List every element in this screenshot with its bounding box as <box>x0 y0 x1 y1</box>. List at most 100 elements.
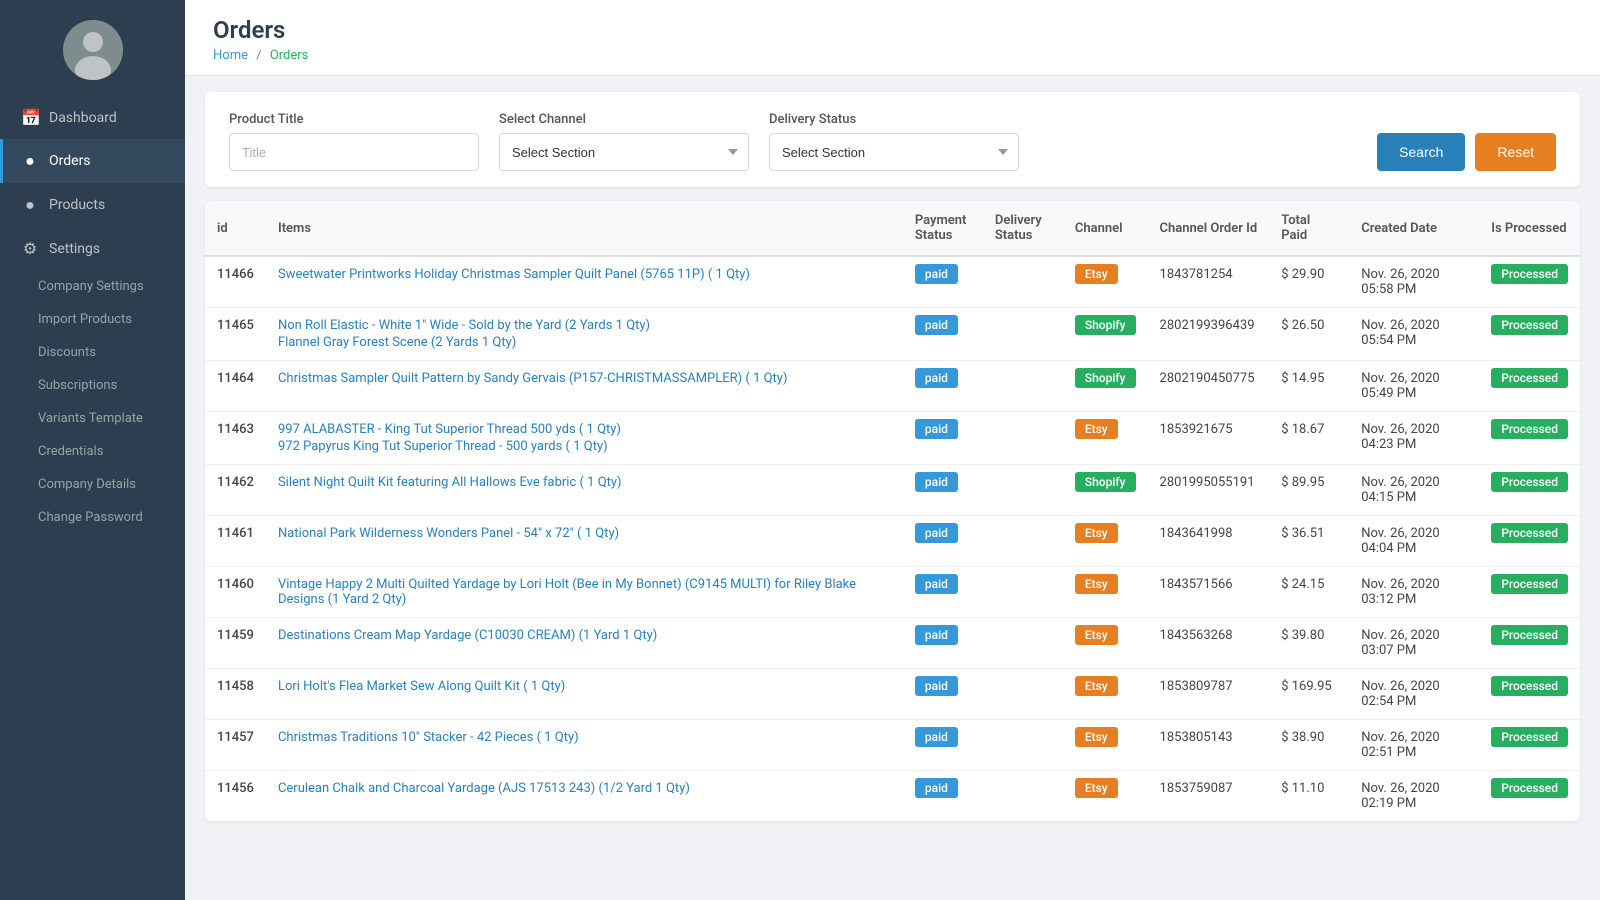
select-channel-dropdown[interactable]: Select Section <box>499 133 749 171</box>
processed-badge: Processed <box>1491 574 1568 594</box>
order-id: 11458 <box>205 669 266 720</box>
payment-status: paid <box>903 412 983 465</box>
reset-button[interactable]: Reset <box>1475 133 1556 171</box>
sidebar-label-products: Products <box>49 197 105 213</box>
payment-badge: paid <box>915 419 958 439</box>
item-link[interactable]: Christmas Sampler Quilt Pattern by Sandy… <box>278 371 891 386</box>
items-cell: Christmas Traditions 10" Stacker - 42 Pi… <box>278 730 891 745</box>
order-items: Destinations Cream Map Yardage (C10030 C… <box>266 618 903 669</box>
item-link[interactable]: Destinations Cream Map Yardage (C10030 C… <box>278 628 891 643</box>
delivery-status <box>983 412 1063 465</box>
channel-order-id: 1843571566 <box>1148 567 1270 618</box>
sidebar-label-orders: Orders <box>49 153 91 169</box>
order-items: Non Roll Elastic - White 1" Wide - Sold … <box>266 308 903 361</box>
dashboard-icon: 📅 <box>21 108 39 127</box>
breadcrumb-current[interactable]: Orders <box>270 48 309 63</box>
item-link[interactable]: 972 Papyrus King Tut Superior Thread - 5… <box>278 439 891 454</box>
item-link[interactable]: Christmas Traditions 10" Stacker - 42 Pi… <box>278 730 891 745</box>
order-items: Christmas Traditions 10" Stacker - 42 Pi… <box>266 720 903 771</box>
is-processed: Processed <box>1479 720 1580 771</box>
channel-badge-cell: Etsy <box>1063 720 1148 771</box>
order-id: 11459 <box>205 618 266 669</box>
item-link[interactable]: Silent Night Quilt Kit featuring All Hal… <box>278 475 891 490</box>
item-link[interactable]: Sweetwater Printworks Holiday Christmas … <box>278 267 891 282</box>
is-processed: Processed <box>1479 516 1580 567</box>
items-cell: Cerulean Chalk and Charcoal Yardage (AJS… <box>278 781 891 796</box>
payment-status: paid <box>903 720 983 771</box>
payment-status: paid <box>903 567 983 618</box>
item-link[interactable]: Non Roll Elastic - White 1" Wide - Sold … <box>278 318 891 333</box>
is-processed: Processed <box>1479 308 1580 361</box>
delivery-status-dropdown[interactable]: Select Section <box>769 133 1019 171</box>
orders-tbody: 11466 Sweetwater Printworks Holiday Chri… <box>205 256 1580 821</box>
delivery-status <box>983 669 1063 720</box>
processed-badge: Processed <box>1491 523 1568 543</box>
col-header-items: Items <box>266 201 903 256</box>
product-title-input[interactable] <box>229 133 479 171</box>
created-date: Nov. 26, 2020 05:54 PM <box>1349 308 1479 361</box>
order-id: 11460 <box>205 567 266 618</box>
item-link[interactable]: National Park Wilderness Wonders Panel -… <box>278 526 891 541</box>
processed-badge: Processed <box>1491 625 1568 645</box>
payment-badge: paid <box>915 727 958 747</box>
select-channel-label: Select Channel <box>499 112 749 127</box>
is-processed: Processed <box>1479 618 1580 669</box>
order-id: 11465 <box>205 308 266 361</box>
order-id: 11457 <box>205 720 266 771</box>
search-button[interactable]: Search <box>1377 133 1465 171</box>
order-items: Silent Night Quilt Kit featuring All Hal… <box>266 465 903 516</box>
table-row: 11462 Silent Night Quilt Kit featuring A… <box>205 465 1580 516</box>
sidebar-sub-discounts[interactable]: Discounts <box>0 336 185 369</box>
items-cell: National Park Wilderness Wonders Panel -… <box>278 526 891 541</box>
order-items: Cerulean Chalk and Charcoal Yardage (AJS… <box>266 771 903 822</box>
channel-badge: Etsy <box>1075 419 1118 439</box>
created-date: Nov. 26, 2020 02:54 PM <box>1349 669 1479 720</box>
total-paid: $ 169.95 <box>1269 669 1349 720</box>
item-link[interactable]: Cerulean Chalk and Charcoal Yardage (AJS… <box>278 781 891 796</box>
sidebar-item-products[interactable]: ● Products <box>0 183 185 227</box>
item-link[interactable]: Lori Holt's Flea Market Sew Along Quilt … <box>278 679 891 694</box>
sidebar-item-dashboard[interactable]: 📅 Dashboard <box>0 96 185 139</box>
sidebar-item-orders[interactable]: ● Orders <box>0 139 185 183</box>
sidebar-sub-variants-template[interactable]: Variants Template <box>0 402 185 435</box>
delivery-status <box>983 361 1063 412</box>
item-link[interactable]: Flannel Gray Forest Scene (2 Yards 1 Qty… <box>278 335 891 350</box>
sidebar-label-settings: Settings <box>49 241 100 257</box>
sidebar-sub-company-settings[interactable]: Company Settings <box>0 270 185 303</box>
breadcrumb-home[interactable]: Home <box>213 48 248 63</box>
sidebar-sub-change-password[interactable]: Change Password <box>0 501 185 534</box>
sidebar-sub-credentials[interactable]: Credentials <box>0 435 185 468</box>
created-date: Nov. 26, 2020 05:49 PM <box>1349 361 1479 412</box>
table-row: 11463 997 ALABASTER - King Tut Superior … <box>205 412 1580 465</box>
total-paid: $ 26.50 <box>1269 308 1349 361</box>
order-items: Vintage Happy 2 Multi Quilted Yardage by… <box>266 567 903 618</box>
order-items: Lori Holt's Flea Market Sew Along Quilt … <box>266 669 903 720</box>
sidebar-sub-subscriptions[interactable]: Subscriptions <box>0 369 185 402</box>
item-link[interactable]: 997 ALABASTER - King Tut Superior Thread… <box>278 422 891 437</box>
item-link[interactable]: Vintage Happy 2 Multi Quilted Yardage by… <box>278 577 891 607</box>
channel-order-id: 1843641998 <box>1148 516 1270 567</box>
payment-status: paid <box>903 618 983 669</box>
delivery-status <box>983 256 1063 308</box>
settings-icon: ⚙ <box>21 239 39 258</box>
avatar <box>63 20 123 80</box>
is-processed: Processed <box>1479 256 1580 308</box>
created-date: Nov. 26, 2020 02:19 PM <box>1349 771 1479 822</box>
payment-badge: paid <box>915 574 958 594</box>
order-id: 11462 <box>205 465 266 516</box>
items-cell: Sweetwater Printworks Holiday Christmas … <box>278 267 891 282</box>
delivery-status <box>983 308 1063 361</box>
total-paid: $ 11.10 <box>1269 771 1349 822</box>
items-cell: Lori Holt's Flea Market Sew Along Quilt … <box>278 679 891 694</box>
filter-actions: Search Reset <box>1377 133 1556 171</box>
sidebar-sub-company-details[interactable]: Company Details <box>0 468 185 501</box>
page-header: Orders Home / Orders <box>185 0 1600 76</box>
channel-badge-cell: Etsy <box>1063 567 1148 618</box>
sidebar-sub-import-products[interactable]: Import Products <box>0 303 185 336</box>
channel-order-id: 2802190450775 <box>1148 361 1270 412</box>
table-row: 11457 Christmas Traditions 10" Stacker -… <box>205 720 1580 771</box>
col-header-channel: Channel <box>1063 201 1148 256</box>
sidebar-item-settings[interactable]: ⚙ Settings <box>0 227 185 270</box>
col-header-delivery: DeliveryStatus <box>983 201 1063 256</box>
total-paid: $ 18.67 <box>1269 412 1349 465</box>
